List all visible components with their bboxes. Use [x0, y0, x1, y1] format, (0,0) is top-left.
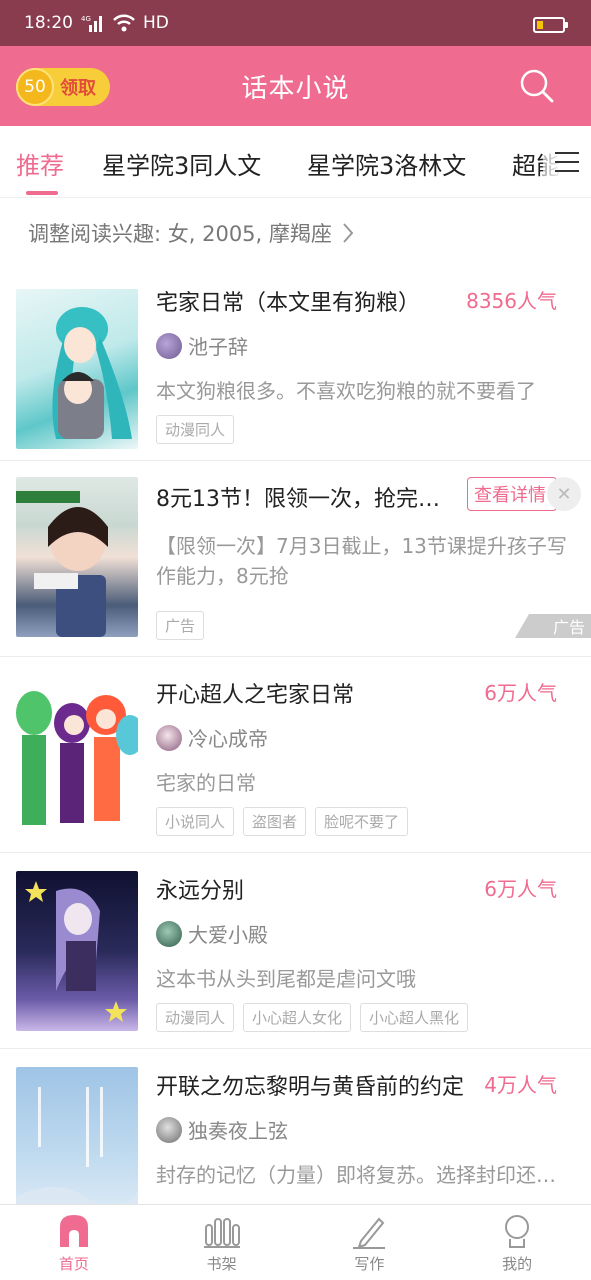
nav-home[interactable]: 首页: [0, 1205, 148, 1280]
nav-label: 我的: [502, 1255, 533, 1273]
book-cover: [16, 1067, 138, 1204]
close-icon[interactable]: ✕: [547, 477, 581, 511]
popularity: 6万人气: [484, 681, 557, 705]
nav-label: 首页: [58, 1255, 89, 1273]
reading-interest-link[interactable]: 调整阅读兴趣: 女, 2005, 摩羯座: [28, 218, 354, 248]
book-title: 宅家日常（本文里有狗粮）: [156, 291, 421, 316]
search-icon: [520, 69, 554, 103]
tab-recommend[interactable]: 推荐: [16, 146, 64, 181]
battery-icon: [533, 17, 568, 33]
category-tabs: 推荐 星学院3同人文 星学院3洛林文 超能: [0, 126, 591, 198]
profile-icon: [505, 1215, 530, 1248]
app-title: 话本小说: [241, 73, 350, 104]
tag-list: 小说同人 盗图者 脸呢不要了: [156, 807, 409, 836]
book-card[interactable]: 开联之勿忘黎明与黄昏前的约定 4万人气 独奏夜上弦 封存的记忆（力量）即将复苏。…: [0, 1049, 591, 1204]
tab-star-academy-fanfic[interactable]: 星学院3同人文: [102, 146, 261, 181]
home-icon: [59, 1215, 88, 1247]
author[interactable]: 独奏夜上弦: [156, 1115, 288, 1144]
tab-indicator: [26, 191, 58, 195]
interest-text: 调整阅读兴趣: 女, 2005, 摩羯座: [28, 222, 332, 246]
menu-icon: [555, 152, 579, 172]
author[interactable]: 大爱小殿: [156, 919, 268, 948]
nav-write[interactable]: 写作: [296, 1205, 444, 1280]
author-name: 池子辞: [188, 335, 248, 359]
tag[interactable]: 动漫同人: [156, 415, 235, 444]
avatar: [156, 332, 182, 359]
book-desc: 宅家的日常: [156, 771, 256, 795]
tabs-menu-button[interactable]: [543, 126, 591, 197]
tag[interactable]: 小说同人: [156, 807, 235, 836]
coin-claim-button[interactable]: 50 领取: [16, 68, 110, 106]
book-title: 开联之勿忘黎明与黄昏前的约定: [156, 1075, 465, 1100]
app-header: 50 领取 话本小说: [0, 46, 591, 126]
ad-card[interactable]: 8元13节！限领一次，抢完即止 查看详情 ✕ 【限领一次】7月3日截止，13节课…: [0, 461, 591, 657]
ad-image: [16, 477, 138, 637]
author[interactable]: 池子辞: [156, 331, 248, 360]
tag-list: 动漫同人: [156, 415, 235, 444]
coin-count: 50: [24, 77, 46, 97]
hd-label: HD: [143, 13, 169, 33]
avatar: [156, 1116, 182, 1143]
book-cover: [16, 871, 138, 1031]
nav-profile[interactable]: 我的: [443, 1205, 591, 1280]
book-cover: [16, 675, 138, 835]
ad-tag: 广告: [156, 611, 205, 640]
tag[interactable]: 小心超人黑化: [360, 1003, 469, 1032]
nav-label: 书架: [206, 1255, 237, 1273]
tag[interactable]: 小心超人女化: [243, 1003, 352, 1032]
pen-icon: [353, 1217, 386, 1249]
ad-mark-badge: 广告: [515, 614, 591, 638]
tag[interactable]: 动漫同人: [156, 1003, 235, 1032]
search-button[interactable]: [519, 68, 555, 104]
book-desc: 本文狗粮很多。不喜欢吃狗粮的就不要看了: [156, 379, 536, 403]
claim-label: 领取: [60, 78, 96, 99]
book-title: 开心超人之宅家日常: [156, 683, 355, 708]
author[interactable]: 冷心成帝: [156, 723, 268, 752]
popularity: 8356人气: [466, 289, 557, 313]
tab-star-academy-luolin[interactable]: 星学院3洛林文: [307, 146, 466, 181]
tag-list: 动漫同人 小心超人女化 小心超人黑化: [156, 1003, 469, 1032]
nav-label: 写作: [354, 1255, 385, 1273]
status-bar: 18:20 4G HD: [0, 0, 591, 46]
chevron-right-icon: [343, 223, 354, 243]
popularity: 4万人气: [484, 1073, 557, 1097]
book-card[interactable]: 宅家日常（本文里有狗粮） 8356人气 池子辞 本文狗粮很多。不喜欢吃狗粮的就不…: [0, 265, 591, 461]
status-time: 18:20: [24, 13, 73, 33]
wifi-icon: [113, 14, 135, 32]
coin-icon: 50: [16, 68, 54, 106]
avatar: [156, 920, 182, 947]
nav-bookshelf[interactable]: 书架: [148, 1205, 296, 1280]
bottom-nav: 首页 书架 写作 我的: [0, 1204, 591, 1280]
ad-mark-label: 广告: [552, 618, 585, 637]
tag[interactable]: 脸呢不要了: [315, 807, 409, 836]
ad-desc: 【限领一次】7月3日截止，13节课提升孩子写作能力，8元抢: [156, 534, 567, 588]
book-card[interactable]: 开心超人之宅家日常 6万人气 冷心成帝 宅家的日常 小说同人 盗图者 脸呢不要了: [0, 657, 591, 853]
signal-icon: 4G: [81, 15, 102, 32]
author-name: 独奏夜上弦: [188, 1119, 288, 1143]
book-desc: 这本书从头到尾都是虐问文哦: [156, 967, 416, 991]
ad-title: 8元13节！限领一次，抢完即止: [156, 487, 456, 512]
book-cover: [16, 289, 138, 449]
book-title: 永远分别: [156, 879, 245, 904]
tag-list: 广告: [156, 611, 205, 640]
svg-text:4G: 4G: [81, 15, 91, 23]
book-card[interactable]: 永远分别 6万人气 大爱小殿 这本书从头到尾都是虐问文哦 动漫同人 小心超人女化…: [0, 853, 591, 1049]
tag[interactable]: 盗图者: [243, 807, 307, 836]
author-name: 冷心成帝: [188, 727, 268, 751]
bookshelf-icon: [203, 1218, 240, 1248]
popularity: 6万人气: [484, 877, 557, 901]
avatar: [156, 724, 182, 751]
author-name: 大爱小殿: [188, 923, 268, 947]
book-desc: 封存的记忆（力量）即将复苏。选择封印还是……: [156, 1163, 566, 1187]
view-details-button[interactable]: 查看详情: [467, 477, 557, 511]
